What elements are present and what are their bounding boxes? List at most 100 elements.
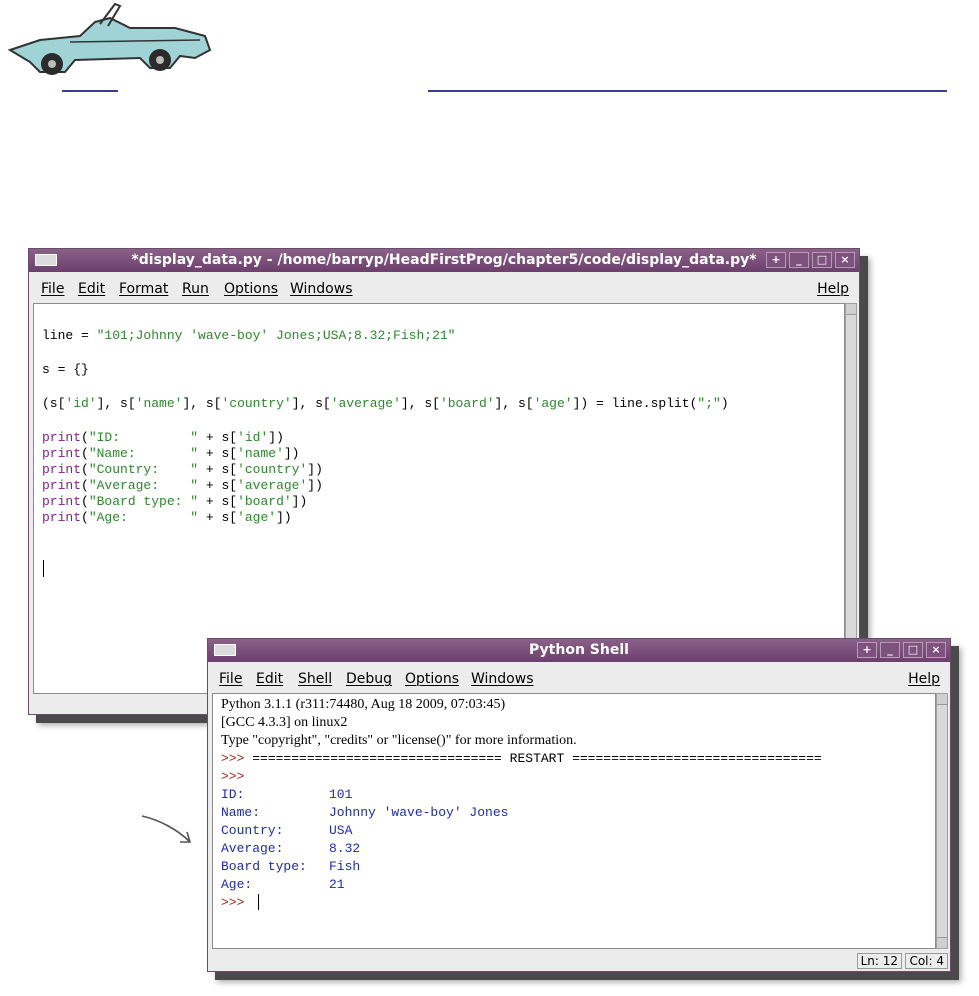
shell-prompt-text: >>> [221,895,253,910]
code-text: ], s[ [96,396,136,411]
maximize-icon[interactable]: □ [903,642,923,658]
output-line: Board type: Fish [221,859,360,875]
maximize-icon[interactable]: □ [812,252,832,268]
shell-menu-bar: File Edit Shell Debug Options Windows He… [208,662,950,692]
code-text: (s[ [42,396,66,411]
menu-windows[interactable]: Windows [290,281,353,297]
minimize-icon[interactable]: _ [880,642,900,658]
code-text: ]) [268,430,284,445]
menu-help[interactable]: Help [817,281,849,297]
restart-line: >>> ================================ RES… [221,751,822,767]
menu-format[interactable]: Format [119,281,168,297]
shell-prompt: >>> [221,751,253,766]
code-keyword: print [42,446,82,461]
menu-file[interactable]: File [41,281,64,297]
menu-edit[interactable]: Edit [256,671,283,687]
code-keyword: print [42,494,82,509]
shell-window-title: Python Shell [529,642,629,658]
code-string: ";" [697,396,721,411]
code-keyword: print [42,462,82,477]
code-editor[interactable]: line = "101;Johnny 'wave-boy' Jones;USA;… [33,303,845,694]
shell-banner: Python 3.1.1 (r311:74480, Aug 18 2009, 0… [221,697,506,712]
output-label: Country: [221,823,284,838]
output-label: Board type: [221,859,307,874]
code-string: "Board type: " [88,494,199,509]
code-text: ]) [307,462,323,477]
shell-window: Python Shell + _ □ × File Edit Shell Deb… [207,638,951,972]
code-text: ]) [307,478,323,493]
window-icon[interactable] [35,254,57,266]
output-line: Average: 8.32 [221,841,360,857]
output-value: Johnny 'wave-boy' Jones [329,805,509,820]
code-text: + s[ [198,478,238,493]
text-cursor [43,560,44,577]
code-text: ], s[ [291,396,331,411]
editor-title-bar[interactable]: *display_data.py - /home/barryp/HeadFirs… [29,249,859,272]
output-label: ID: [221,787,245,802]
code-string: 'average' [237,478,308,493]
close-icon[interactable]: × [835,252,855,268]
code-text: ], s[ [494,396,534,411]
code-string: 'id' [65,396,97,411]
menu-debug[interactable]: Debug [346,671,392,687]
output-label: Average: [221,841,284,856]
menu-help[interactable]: Help [908,671,940,687]
code-text: ( [81,462,89,477]
minimize-icon[interactable]: _ [789,252,809,268]
restore-icon[interactable]: + [857,642,877,658]
code-string: "Name: " [88,446,199,461]
output-value: 8.32 [329,841,361,856]
status-line: Ln: 12 [856,953,902,969]
code-string: 'country' [221,396,292,411]
menu-edit[interactable]: Edit [78,281,105,297]
output-value: Fish [329,859,361,874]
code-text: ( [81,494,89,509]
window-icon[interactable] [214,644,236,656]
shell-scrollbar[interactable] [936,693,948,949]
code-string: 'country' [237,462,308,477]
car-illustration [7,2,212,75]
code-line: print("Average: " + s['average']) [42,478,323,494]
menu-file[interactable]: File [219,671,242,687]
code-text: ( [81,430,89,445]
code-line: print("Age: " + s['age']) [42,510,292,526]
output-value: USA [329,823,353,838]
code-string: 'name' [237,446,284,461]
close-icon[interactable]: × [926,642,946,658]
scroll-up-icon[interactable] [846,304,856,315]
code-text: ( [81,478,89,493]
output-line: ID: 101 [221,787,352,803]
code-string: "Average: " [88,478,199,493]
code-line: print("ID: " + s['id']) [42,430,284,446]
code-string: "Country: " [88,462,199,477]
scroll-down-icon[interactable] [937,937,947,948]
editor-scrollbar[interactable] [845,303,857,694]
code-text: ]) [291,494,308,509]
code-keyword: print [42,478,82,493]
divider-line-right [428,90,947,92]
code-text: ], s[ [400,396,440,411]
menu-options[interactable]: Options [405,671,459,687]
output-line: Name: Johnny 'wave-boy' Jones [221,805,508,821]
menu-options[interactable]: Options [224,281,278,297]
shell-prompt: >>> [221,769,245,784]
restore-icon[interactable]: + [766,252,786,268]
text-cursor [258,894,259,910]
code-line: print("Name: " + s['name']) [42,446,299,462]
code-text: + s[ [198,494,238,509]
status-column: Col: 4 [905,953,948,969]
code-text: ]) [276,510,292,525]
code-line: line = "101;Johnny 'wave-boy' Jones;USA;… [42,328,455,344]
menu-run[interactable]: Run [182,281,209,297]
shell-title-bar[interactable]: Python Shell + _ □ × [208,639,950,662]
shell-prompt: >>> [221,895,252,911]
shell-output[interactable]: Python 3.1.1 (r311:74480, Aug 18 2009, 0… [212,693,936,949]
code-string: 'board' [237,494,292,509]
menu-windows[interactable]: Windows [471,671,534,687]
menu-shell[interactable]: Shell [298,671,332,687]
code-text: ], s[ [182,396,222,411]
output-line: Age: 21 [221,877,345,893]
code-string: "101;Johnny 'wave-boy' Jones;USA;8.32;Fi… [96,328,456,343]
scroll-up-icon[interactable] [937,694,947,705]
code-string: 'name' [135,396,183,411]
